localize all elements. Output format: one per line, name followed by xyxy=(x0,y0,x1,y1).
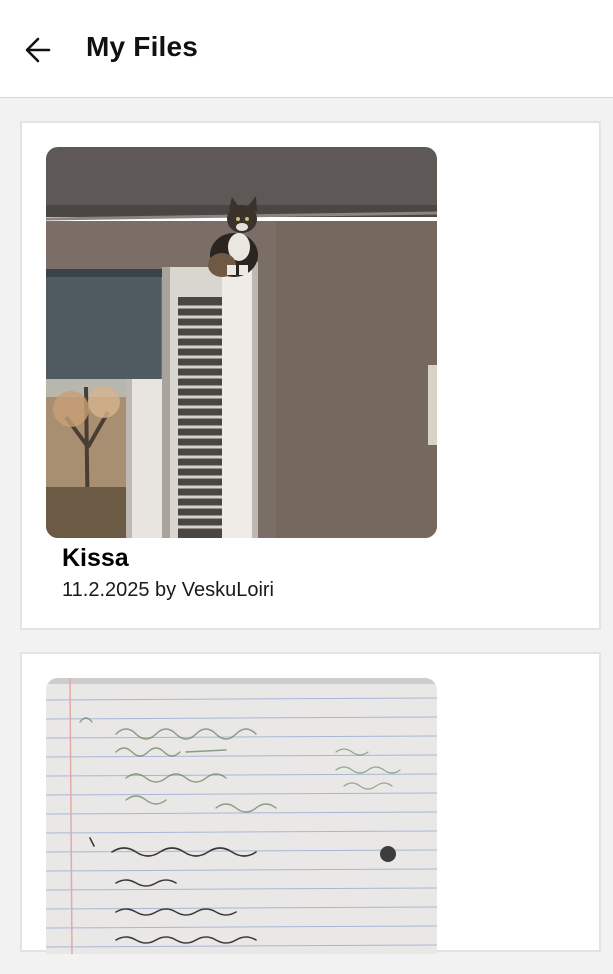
file-card[interactable]: Kissa 11.2.2025 by VeskuLoiri xyxy=(20,121,601,630)
photo-notebook-page xyxy=(46,678,437,954)
file-name: Kissa xyxy=(62,544,129,572)
file-meta: 11.2.2025 by VeskuLoiri xyxy=(62,579,275,601)
arrow-left-icon xyxy=(25,37,51,63)
file-card[interactable] xyxy=(20,652,601,954)
file-thumbnail[interactable] xyxy=(46,147,437,538)
page-title: My Files xyxy=(86,31,199,62)
photo-cat-on-door xyxy=(46,147,437,538)
back-button[interactable] xyxy=(16,28,60,72)
app-header: My Files xyxy=(0,0,613,98)
file-list: Kissa 11.2.2025 by VeskuLoiri xyxy=(20,121,601,974)
file-thumbnail[interactable] xyxy=(46,678,437,954)
